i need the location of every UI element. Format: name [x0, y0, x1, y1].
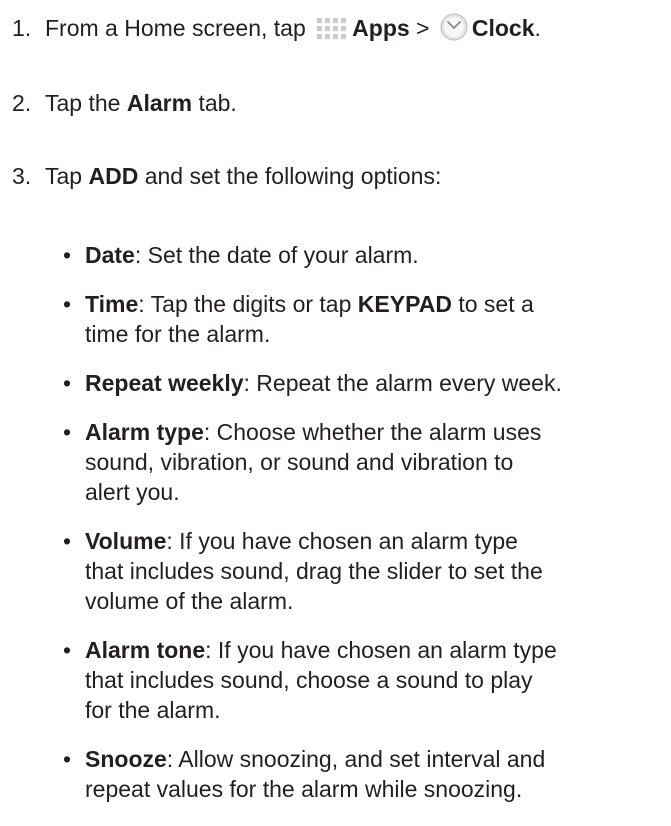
option-term: Alarm tone: [85, 637, 206, 663]
option-desc: sound, vibration, or sound and vibration…: [85, 449, 514, 475]
option-desc: for the alarm.: [85, 697, 221, 723]
option-term: Time: [85, 291, 139, 317]
step-text: Tap the: [45, 90, 121, 116]
step-text: From a Home screen, tap: [45, 15, 306, 41]
period: .: [534, 15, 541, 41]
bullet: •: [63, 291, 72, 317]
option-desc: that includes sound, choose a sound to p…: [85, 667, 533, 693]
option-term: Date: [85, 242, 135, 268]
bullet: •: [63, 637, 72, 663]
option-term: Repeat weekly: [85, 370, 244, 396]
bullet: •: [63, 370, 72, 396]
option-desc: : If you have chosen an alarm type: [166, 528, 518, 554]
step-text-end: tab.: [198, 90, 237, 116]
bullet: •: [63, 419, 72, 445]
add-label: ADD: [88, 163, 139, 189]
option-desc: that includes sound, drag the slider to …: [85, 558, 543, 584]
bullet: •: [63, 746, 72, 772]
option-repeat-weekly: • Repeat weekly: Repeat the alarm every …: [63, 368, 671, 398]
keypad-label: KEYPAD: [357, 291, 452, 317]
step-text-end: and set the following options:: [144, 163, 442, 189]
alarm-tab-label: Alarm: [126, 90, 193, 116]
options-list: • Date: Set the date of your alarm. • Ti…: [63, 240, 671, 823]
clock-label: Clock: [471, 15, 535, 41]
option-desc: repeat values for the alarm while snoozi…: [85, 776, 523, 802]
option-desc: : Tap the digits or tap: [138, 291, 358, 317]
option-desc: : Choose whether the alarm uses: [203, 419, 542, 445]
apps-grid-icon: [316, 17, 348, 48]
option-desc: time for the alarm.: [85, 321, 271, 347]
option-term: Volume: [85, 528, 167, 554]
option-time: • Time: Tap the digits or tap KEYPAD to …: [63, 289, 671, 349]
step-text: Tap: [45, 163, 83, 189]
option-snooze: • Snooze: Allow snoozing, and set interv…: [63, 744, 671, 804]
bullet: •: [63, 242, 72, 268]
clock-icon: [440, 13, 468, 48]
option-desc: : Allow snoozing, and set interval and: [166, 746, 546, 772]
option-volume: • Volume: If you have chosen an alarm ty…: [63, 526, 671, 616]
option-term: Snooze: [85, 746, 167, 772]
option-desc: : If you have chosen an alarm type: [205, 637, 557, 663]
step-2: 2. Tap the Alarm tab.: [12, 88, 237, 118]
option-desc: volume of the alarm.: [85, 588, 294, 614]
separator: >: [416, 15, 430, 41]
step-3: 3. Tap ADD and set the following options:: [12, 161, 441, 191]
option-desc: alert you.: [85, 479, 180, 505]
instruction-page: 1. From a Home screen, tap Apps > Clock. …: [0, 0, 671, 826]
option-alarm-tone: • Alarm tone: If you have chosen an alar…: [63, 635, 671, 725]
option-desc: to set a: [451, 291, 534, 317]
option-desc: : Set the date of your alarm.: [134, 242, 419, 268]
step-number: 2.: [12, 90, 32, 116]
apps-label: Apps: [352, 15, 410, 41]
option-desc: : Repeat the alarm every week.: [243, 370, 562, 396]
step-number: 3.: [12, 163, 32, 189]
step-1: 1. From a Home screen, tap Apps > Clock.: [12, 13, 541, 48]
option-term: Alarm type: [85, 419, 204, 445]
step-number: 1.: [12, 15, 32, 41]
option-date: • Date: Set the date of your alarm.: [63, 240, 671, 270]
option-alarm-type: • Alarm type: Choose whether the alarm u…: [63, 417, 671, 507]
bullet: •: [63, 528, 72, 554]
